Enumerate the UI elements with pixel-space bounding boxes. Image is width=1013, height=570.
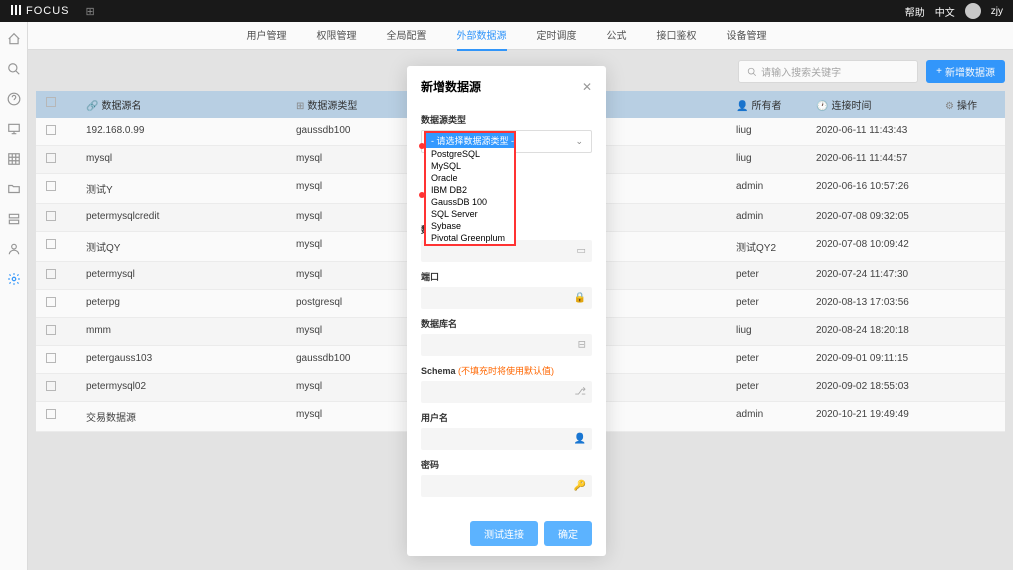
user-field[interactable] (421, 428, 592, 450)
chevron-down-icon: ⌄ (575, 136, 583, 147)
dropdown-option[interactable]: SQL Server (426, 208, 514, 220)
dropdown-option[interactable]: MySQL (426, 160, 514, 172)
port-field[interactable] (421, 287, 592, 309)
dropdown-option[interactable]: - 请选择数据源类型 - (426, 133, 514, 148)
card-icon: ▭ (577, 246, 586, 257)
person-icon: 👤 (574, 434, 586, 445)
label-schema: Schema (不填充时将使用默认值) (421, 364, 592, 377)
dropdown-option[interactable]: Sybase (426, 220, 514, 232)
db-icon: ⊟ (578, 340, 586, 351)
label-pass: 密码 (421, 458, 592, 471)
dropdown-option[interactable]: PostgreSQL (426, 148, 514, 160)
lock-icon: 🔒 (574, 293, 586, 304)
label-port: 端口 (421, 270, 592, 283)
confirm-button[interactable]: 确定 (544, 521, 592, 546)
dropdown-option[interactable]: GaussDB 100 (426, 196, 514, 208)
db-field[interactable] (421, 334, 592, 356)
label-user: 用户名 (421, 411, 592, 424)
branch-icon: ⎇ (574, 387, 586, 398)
label-db: 数据库名 (421, 317, 592, 330)
modal-title: 新增数据源 (421, 78, 481, 95)
pass-field[interactable] (421, 475, 592, 497)
schema-field[interactable] (421, 381, 592, 403)
close-icon[interactable]: ✕ (582, 80, 592, 94)
dropdown-option[interactable]: IBM DB2 (426, 184, 514, 196)
label-type: 数据源类型 (421, 113, 592, 126)
test-connection-button[interactable]: 测试连接 (470, 521, 538, 546)
key-icon: 🔑 (574, 481, 586, 492)
dropdown-option[interactable]: Pivotal Greenplum (426, 232, 514, 244)
dropdown-option[interactable]: Oracle (426, 172, 514, 184)
datasource-type-dropdown: - 请选择数据源类型 -PostgreSQLMySQLOracleIBM DB2… (424, 131, 516, 246)
